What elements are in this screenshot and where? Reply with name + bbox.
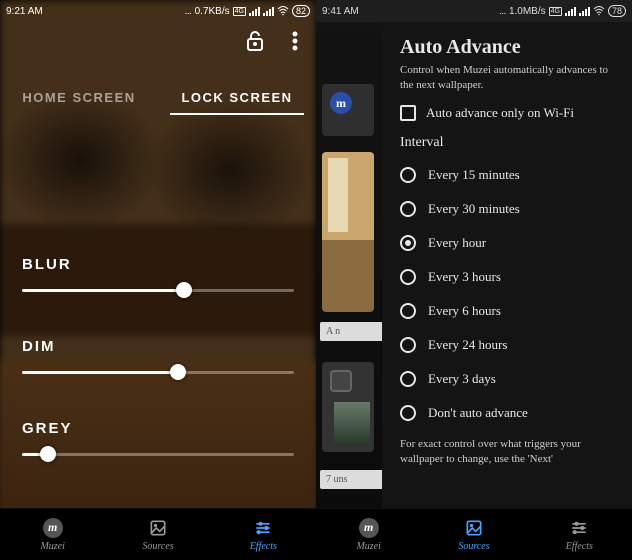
interval-option-15m[interactable]: Every 15 minutes — [400, 159, 616, 191]
status-net-speed: 0.7KB/s — [195, 6, 230, 17]
nav-effects[interactable]: Effects — [527, 509, 632, 560]
radio-icon — [400, 235, 416, 251]
effects-icon — [253, 518, 273, 538]
panel-note: For exact control over what triggers you… — [400, 437, 616, 467]
nav-sources-label: Sources — [458, 541, 489, 552]
blur-slider[interactable] — [22, 281, 294, 299]
nav-sources[interactable]: Sources — [105, 509, 210, 560]
unlock-icon[interactable] — [244, 30, 266, 52]
interval-option-never[interactable]: Don't auto advance — [400, 397, 616, 429]
nav-sources[interactable]: Sources — [421, 509, 526, 560]
battery-icon: 82 — [292, 5, 310, 17]
blur-label: BLUR — [22, 256, 294, 273]
wifi-icon — [593, 6, 605, 16]
background-sources-dimmed: m A n 7 uns — [316, 22, 382, 508]
status-net-label: 4G — [549, 7, 562, 16]
battery-icon: 78 — [608, 5, 626, 17]
panel-subtitle: Control when Muzei automatically advance… — [400, 63, 616, 93]
effects-controls: BLUR DIM GREY — [22, 256, 294, 468]
dim-label: DIM — [22, 338, 294, 355]
panel-title: Auto Advance — [400, 36, 616, 59]
radio-icon — [400, 337, 416, 353]
radio-icon — [400, 371, 416, 387]
nav-muzei-label: Muzei — [356, 541, 380, 552]
signal-icon-2 — [579, 7, 590, 16]
wifi-only-label: Auto advance only on Wi-Fi — [426, 105, 574, 121]
grey-slider[interactable] — [22, 445, 294, 463]
grey-label: GREY — [22, 420, 294, 437]
status-time: 9:41 AM — [322, 6, 359, 17]
radio-icon — [400, 405, 416, 421]
control-blur: BLUR — [22, 256, 294, 304]
interval-option-24h[interactable]: Every 24 hours — [400, 329, 616, 361]
muzei-logo-icon: m — [43, 518, 63, 538]
radio-icon — [400, 303, 416, 319]
source-caption: 7 uns — [320, 470, 382, 489]
auto-advance-panel: Auto Advance Control when Muzei automati… — [382, 22, 632, 508]
source-caption: A n — [320, 322, 382, 341]
source-card — [322, 152, 374, 312]
signal-icon — [565, 7, 576, 16]
interval-option-3h[interactable]: Every 3 hours — [400, 261, 616, 293]
control-grey: GREY — [22, 420, 294, 468]
nav-muzei[interactable]: m Muzei — [0, 509, 105, 560]
interval-section-label: Interval — [400, 135, 616, 151]
wifi-only-checkbox[interactable]: Auto advance only on Wi-Fi — [400, 105, 616, 121]
option-label: Every 6 hours — [428, 303, 501, 319]
status-net-speed: 1.0MB/s — [509, 6, 546, 17]
tab-lock-screen[interactable]: LOCK SCREEN — [158, 80, 316, 117]
muzei-logo-icon: m — [330, 92, 352, 114]
radio-icon — [400, 167, 416, 183]
interval-option-1h[interactable]: Every hour — [400, 227, 616, 259]
source-card — [322, 362, 374, 452]
signal-icon — [249, 7, 260, 16]
interval-option-30m[interactable]: Every 30 minutes — [400, 193, 616, 225]
muzei-logo-icon: m — [359, 518, 379, 538]
status-net-label: 4G — [233, 7, 246, 16]
effects-icon — [569, 518, 589, 538]
nav-effects-label: Effects — [250, 541, 277, 552]
option-label: Every hour — [428, 235, 486, 251]
bottom-nav: m Muzei Sources Effects — [316, 508, 632, 560]
radio-icon — [400, 201, 416, 217]
nav-effects-label: Effects — [566, 541, 593, 552]
option-label: Every 3 days — [428, 371, 496, 387]
status-indicator: ... — [499, 6, 506, 16]
control-dim: DIM — [22, 338, 294, 386]
status-time: 9:21 AM — [6, 6, 43, 17]
option-label: Don't auto advance — [428, 405, 528, 421]
status-indicator: ... — [185, 6, 192, 16]
phone-auto-advance: 9:41 AM ... 1.0MB/s 4G 78 m A n 7 uns Au… — [316, 0, 632, 560]
radio-icon — [400, 269, 416, 285]
interval-option-3d[interactable]: Every 3 days — [400, 363, 616, 395]
option-label: Every 15 minutes — [428, 167, 520, 183]
tab-home-screen[interactable]: HOME SCREEN — [0, 80, 158, 117]
interval-option-6h[interactable]: Every 6 hours — [400, 295, 616, 327]
bottom-nav: m Muzei Sources Effects — [0, 508, 316, 560]
checkbox-icon — [400, 105, 416, 121]
effects-tabs: HOME SCREEN LOCK SCREEN — [0, 80, 316, 117]
option-label: Every 3 hours — [428, 269, 501, 285]
phone-effects: 9:21 AM ... 0.7KB/s 4G 82 HOME SCREEN LO… — [0, 0, 316, 560]
source-card: m — [322, 84, 374, 136]
signal-icon-2 — [263, 7, 274, 16]
nav-muzei[interactable]: m Muzei — [316, 509, 421, 560]
wifi-icon — [277, 6, 289, 16]
status-bar: 9:41 AM ... 1.0MB/s 4G 78 — [316, 0, 632, 22]
more-vert-icon[interactable] — [284, 30, 306, 52]
nav-muzei-label: Muzei — [40, 541, 64, 552]
nav-effects[interactable]: Effects — [211, 509, 316, 560]
interval-options: Every 15 minutes Every 30 minutes Every … — [400, 159, 616, 429]
sources-icon — [464, 518, 484, 538]
status-bar: 9:21 AM ... 0.7KB/s 4G 82 — [0, 0, 316, 22]
option-label: Every 24 hours — [428, 337, 507, 353]
option-label: Every 30 minutes — [428, 201, 520, 217]
dim-slider[interactable] — [22, 363, 294, 381]
nav-sources-label: Sources — [142, 541, 173, 552]
sources-icon — [148, 518, 168, 538]
